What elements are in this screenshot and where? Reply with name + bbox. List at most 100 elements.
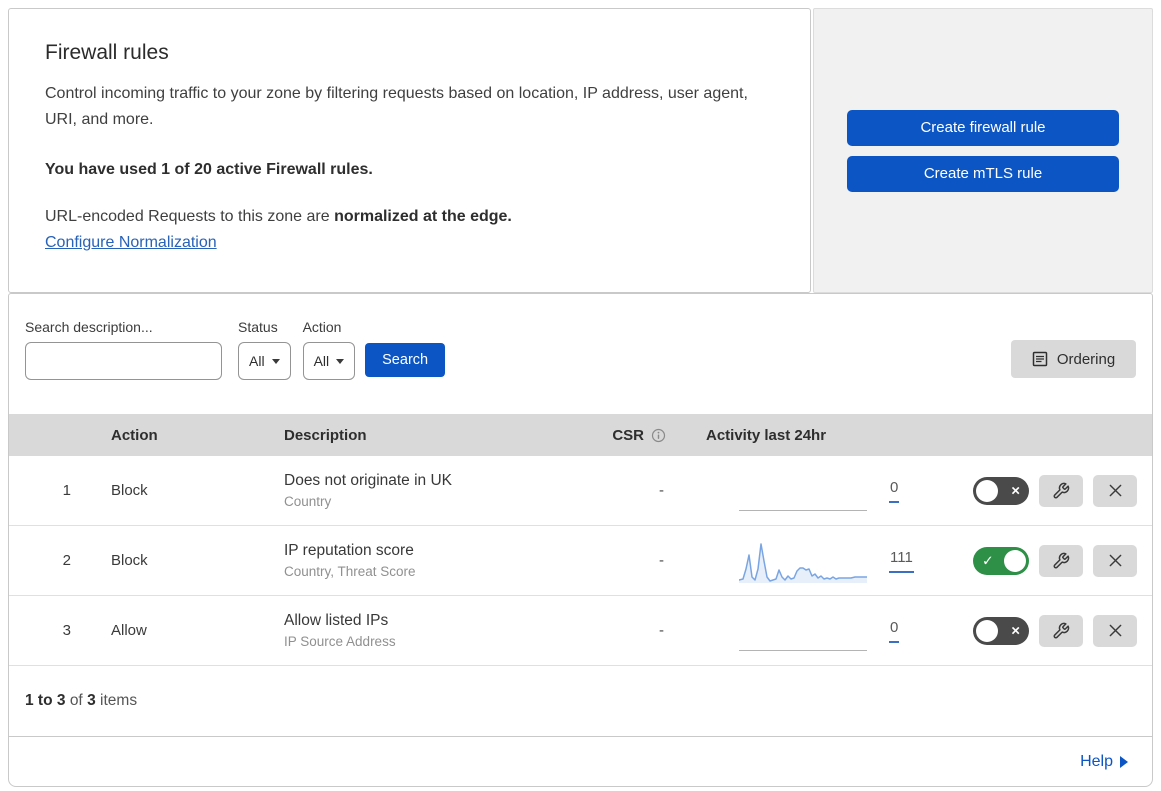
column-description: Description [284, 426, 367, 444]
ordering-list-icon [1032, 351, 1048, 367]
activity-count-link[interactable]: 0 [889, 479, 900, 503]
page-description: Control incoming traffic to your zone by… [45, 85, 748, 128]
rule-priority-number: 1 [62, 482, 71, 499]
activity-sparkline [739, 542, 867, 583]
ordering-button[interactable]: Ordering [1011, 340, 1136, 378]
status-dropdown[interactable]: All [238, 342, 291, 380]
rule-csr-value: - [659, 552, 664, 569]
delete-rule-button[interactable] [1093, 614, 1137, 647]
header-region: Firewall rules Control incoming traffic … [8, 8, 1153, 293]
x-icon [1109, 554, 1121, 567]
table-header: Action Description CSR Activity last 24h… [9, 414, 1152, 456]
rule-action: Allow [111, 622, 147, 639]
pagination-summary: 1 to 3 of 3 items [9, 666, 1152, 736]
help-link-label: Help [1080, 752, 1113, 770]
rule-activity-cell: 0 [684, 611, 924, 651]
rule-priority-number: 3 [62, 622, 71, 639]
toggle-knob [976, 479, 998, 502]
rule-csr-value: - [659, 622, 664, 639]
rule-activity-cell: 111 [684, 539, 924, 583]
action-dropdown[interactable]: All [302, 342, 356, 380]
rule-controls: ✓ × [924, 614, 1152, 647]
column-csr-label: CSR [612, 426, 644, 444]
rule-csr-value: - [659, 482, 664, 499]
wrench-icon [1053, 622, 1070, 638]
x-icon [1109, 624, 1121, 637]
rule-description-cell: Allow listed IPs IP Source Address [284, 612, 574, 649]
rule-controls: ✓ × [924, 474, 1152, 507]
action-dropdown-value: All [313, 353, 330, 369]
edit-rule-button[interactable] [1039, 614, 1083, 647]
rule-description-cell: Does not originate in UK Country [284, 472, 574, 509]
action-filter-group: Action All [302, 319, 356, 380]
filter-bar: Search description... Status All Action … [9, 294, 1152, 414]
search-input[interactable] [46, 343, 227, 379]
x-icon: × [1011, 622, 1020, 639]
info-icon[interactable] [651, 428, 666, 443]
pagination-of: of [69, 692, 83, 709]
rule-action: Block [111, 552, 148, 569]
rule-priority-number: 2 [62, 552, 71, 569]
search-label: Search description... [25, 319, 153, 335]
help-link[interactable]: Help [1080, 753, 1128, 771]
delete-rule-button[interactable] [1093, 544, 1137, 577]
table-row: 2 Block IP reputation score Country, Thr… [9, 526, 1152, 596]
rule-criteria: IP Source Address [284, 634, 396, 649]
create-mtls-rule-button[interactable]: Create mTLS rule [847, 155, 1119, 192]
toggle-knob [976, 619, 998, 642]
edit-rule-button[interactable] [1039, 474, 1083, 507]
wrench-icon [1053, 552, 1070, 568]
search-group: Search description... [25, 319, 227, 380]
normalization-note: URL-encoded Requests to this zone are no… [45, 208, 774, 226]
column-csr: CSR [574, 427, 684, 444]
search-button[interactable]: Search [365, 343, 446, 377]
rule-description: Does not originate in UK [284, 472, 453, 489]
create-firewall-rule-button[interactable]: Create firewall rule [847, 109, 1119, 146]
normalization-note-text: URL-encoded Requests to this zone are [45, 208, 335, 225]
chevron-down-icon [271, 358, 280, 364]
activity-count-link[interactable]: 0 [889, 619, 900, 643]
rule-description: IP reputation score [284, 542, 414, 559]
pagination-range: 1 to 3 [25, 692, 66, 709]
help-bar: Help [9, 736, 1152, 786]
table-row: 3 Allow Allow listed IPs IP Source Addre… [9, 596, 1152, 666]
rule-enabled-toggle[interactable]: ✓ × [973, 476, 1029, 505]
rule-action: Block [111, 482, 148, 499]
edit-rule-button[interactable] [1039, 544, 1083, 577]
toggle-knob [1004, 549, 1026, 572]
column-activity: Activity last 24hr [706, 426, 827, 444]
rules-table-body: 1 Block Does not originate in UK Country… [9, 456, 1152, 666]
usage-summary: You have used 1 of 20 active Firewall ru… [45, 161, 373, 178]
rule-criteria: Country [284, 494, 332, 509]
rule-enabled-toggle[interactable]: ✓ × [973, 546, 1029, 575]
rule-enabled-toggle[interactable]: ✓ × [973, 616, 1029, 645]
wrench-icon [1053, 482, 1070, 498]
actions-panel: Create firewall rule Create mTLS rule [813, 8, 1153, 293]
intro-card: Firewall rules Control incoming traffic … [8, 8, 811, 293]
x-icon [1109, 484, 1121, 497]
rule-description: Allow listed IPs [284, 612, 389, 629]
search-box[interactable] [25, 342, 227, 380]
configure-normalization-link[interactable]: Configure Normalization [45, 234, 217, 252]
activity-sparkline-flat [739, 471, 867, 511]
rule-activity-cell: 0 [684, 471, 924, 511]
normalization-note-bold: normalized at the edge. [334, 208, 512, 225]
rules-card: Search description... Status All Action … [8, 293, 1153, 787]
arrow-right-icon [1120, 755, 1128, 768]
rule-description-cell: IP reputation score Country, Threat Scor… [284, 542, 574, 579]
activity-sparkline-flat [739, 611, 867, 651]
ordering-button-label: Ordering [1056, 350, 1116, 368]
delete-rule-button[interactable] [1093, 474, 1137, 507]
rule-controls: ✓ × [924, 544, 1152, 577]
action-label: Action [302, 319, 342, 335]
pagination-total: 3 [87, 692, 96, 709]
status-label: Status [238, 319, 278, 335]
check-icon: ✓ [982, 552, 994, 569]
activity-count-link[interactable]: 111 [889, 549, 914, 573]
status-filter-group: Status All [238, 319, 291, 380]
page-title: Firewall rules [45, 41, 169, 64]
pagination-items: items [100, 692, 138, 709]
column-action: Action [111, 426, 158, 444]
table-row: 1 Block Does not originate in UK Country… [9, 456, 1152, 526]
rule-criteria: Country, Threat Score [284, 564, 416, 579]
